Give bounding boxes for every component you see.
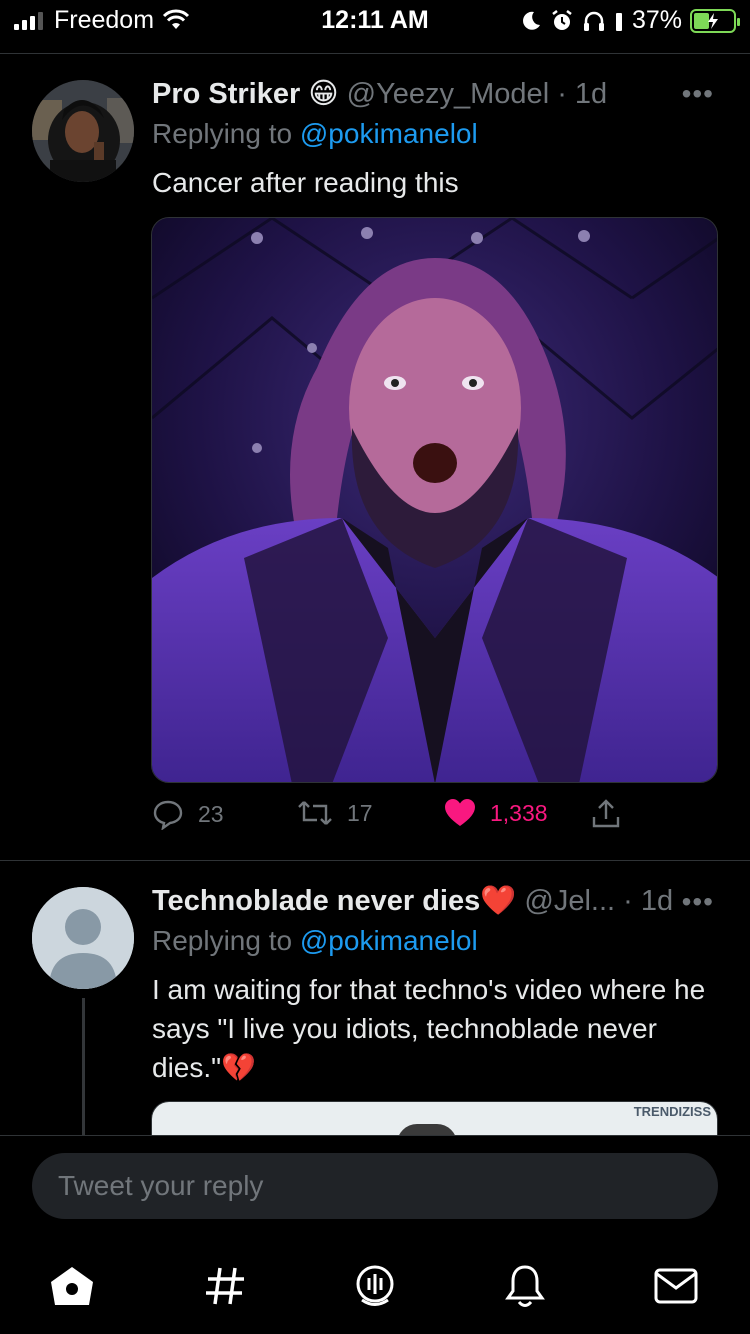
- reply-button[interactable]: 23: [152, 798, 224, 830]
- reply-count: 23: [198, 800, 224, 827]
- replying-to: Replying to @pokimanelol: [152, 118, 478, 150]
- tab-home[interactable]: [46, 1260, 98, 1312]
- mention-link[interactable]: @pokimanelol: [300, 925, 478, 956]
- retweet-button[interactable]: 17: [297, 798, 373, 828]
- thread-line: [82, 998, 85, 1135]
- default-avatar[interactable]: [32, 887, 134, 989]
- battery-percent: 37%: [631, 6, 682, 34]
- media-watermark: TRENDIZISS: [633, 1104, 711, 1119]
- display-name[interactable]: Pro Striker 😁: [152, 78, 339, 110]
- retweet-icon: [298, 801, 332, 825]
- share-button[interactable]: [590, 798, 622, 830]
- heart-filled-icon: [445, 799, 475, 826]
- mention-link[interactable]: @pokimanelol: [300, 118, 478, 149]
- tab-spaces[interactable]: [349, 1260, 401, 1312]
- tab-messages[interactable]: [650, 1260, 702, 1312]
- tweet-divider: [0, 860, 750, 861]
- user-handle[interactable]: @Jel...: [524, 885, 615, 917]
- like-button[interactable]: 1,338: [444, 798, 548, 828]
- explore-icon: [206, 1267, 244, 1305]
- reply-composer[interactable]: [32, 1153, 718, 1219]
- headphones-icon: [583, 11, 604, 31]
- replying-to-label: Replying to: [152, 925, 293, 956]
- replying-to: Replying to @pokimanelol: [152, 925, 478, 957]
- user-handle[interactable]: @Yeezy_Model: [347, 78, 550, 110]
- status-bar: Freedom 12:11 AM 37%: [0, 0, 750, 54]
- spaces-icon: [356, 1265, 394, 1306]
- composer-divider: [0, 1135, 750, 1136]
- tab-notifications[interactable]: [499, 1260, 551, 1312]
- retweet-count: 17: [347, 799, 373, 826]
- avatar[interactable]: [32, 80, 134, 182]
- tweet-header: Pro Striker 😁 @Yeezy_Model · 1d: [152, 76, 607, 111]
- messages-icon: [654, 1268, 698, 1304]
- battery-icon: [690, 8, 740, 33]
- tweet-media-image[interactable]: TRENDIZISS: [151, 1101, 718, 1135]
- moon-icon: [523, 11, 540, 30]
- tweet-header: Technoblade never dies❤️ @Jel... · 1d: [152, 884, 673, 918]
- tweet-age: · 1d: [623, 885, 674, 917]
- bottom-tab-bar: [0, 1246, 750, 1326]
- reply-icon: [153, 800, 183, 830]
- notifications-icon: [505, 1265, 545, 1307]
- more-options-icon[interactable]: •••: [682, 886, 714, 918]
- header-divider: [0, 53, 750, 54]
- tweet-actions: 23 17 1,338: [152, 798, 722, 838]
- tweet-media-image[interactable]: [151, 217, 718, 783]
- replying-to-label: Replying to: [152, 118, 293, 149]
- reply-input[interactable]: [32, 1153, 718, 1219]
- orientation-lock-icon: [615, 12, 622, 31]
- tweet-text: Cancer after reading this: [152, 167, 459, 198]
- more-options-icon[interactable]: •••: [682, 78, 714, 110]
- tweet-text: I am waiting for that techno's video whe…: [152, 974, 706, 1083]
- tab-explore[interactable]: [199, 1260, 251, 1312]
- share-icon: [592, 799, 620, 828]
- alarm-icon: [552, 9, 572, 30]
- tweet-age: · 1d: [557, 78, 608, 110]
- like-count: 1,338: [490, 799, 548, 826]
- home-icon: [51, 1267, 93, 1305]
- display-name[interactable]: Technoblade never dies❤️: [152, 885, 516, 917]
